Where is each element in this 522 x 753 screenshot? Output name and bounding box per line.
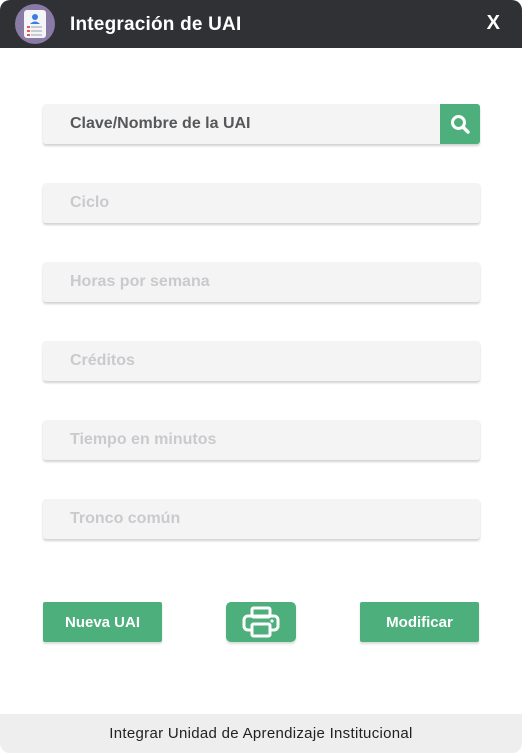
status-footer: Integrar Unidad de Aprendizaje Instituci…: [0, 714, 522, 753]
nueva-uai-button[interactable]: Nueva UAI: [43, 602, 162, 642]
print-button[interactable]: [226, 602, 296, 642]
creditos-field: [43, 341, 480, 381]
search-button[interactable]: [440, 104, 480, 144]
creditos-input[interactable]: [43, 341, 480, 381]
contact-card-icon: [15, 4, 55, 44]
tiempo-input[interactable]: [43, 420, 480, 460]
tronco-input[interactable]: [43, 499, 480, 539]
horas-input[interactable]: [43, 262, 480, 302]
tronco-field: [43, 499, 480, 539]
close-button[interactable]: X: [487, 12, 500, 35]
uai-dialog: Integración de UAI X Nueva UAI: [0, 0, 522, 753]
modificar-button[interactable]: Modificar: [360, 602, 479, 642]
ciclo-field: [43, 183, 480, 223]
horas-field: [43, 262, 480, 302]
title-bar: Integración de UAI X: [0, 0, 522, 48]
window-title: Integración de UAI: [70, 14, 242, 35]
tiempo-field: [43, 420, 480, 460]
uai-search-input[interactable]: [43, 104, 480, 144]
printer-icon: [242, 606, 280, 638]
ciclo-input[interactable]: [43, 183, 480, 223]
uai-search-field: [43, 104, 480, 144]
search-icon: [451, 115, 470, 134]
